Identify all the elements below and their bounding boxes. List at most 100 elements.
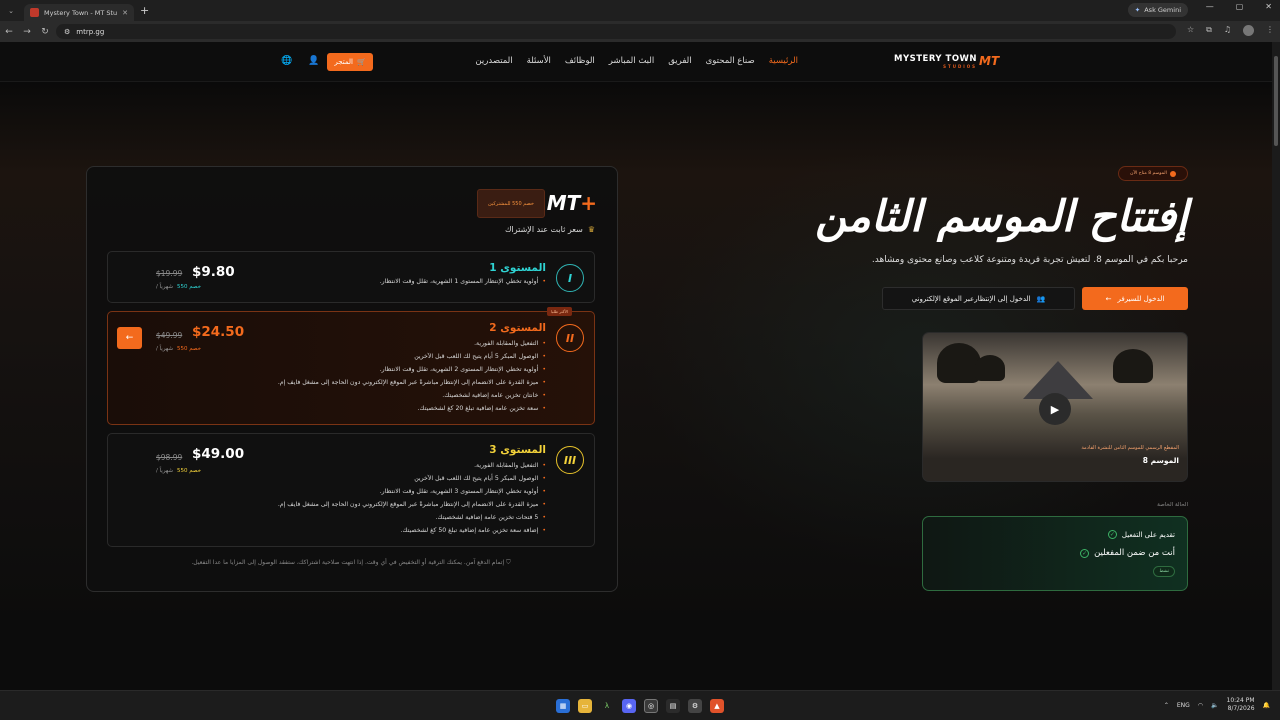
tab-search-icon[interactable]: ⌄ — [4, 4, 18, 18]
globe-icon[interactable]: 🌐 — [281, 56, 292, 66]
web-queue-button[interactable]: 👥 الدخول إلى الإنتظارعبر الموقع الإلكترو… — [882, 287, 1075, 310]
feature-item: الوصول المبكر 5 أيام يتيح لك اللعب قبل ا… — [278, 473, 546, 486]
hero-title: إفتتاح الموسم الثامن — [815, 192, 1188, 242]
status-row-apply: تقديم على التفعيل ✓ — [1107, 530, 1175, 539]
browser-tab-strip: ⌄ Mystery Town - MT Studios | M ✕ + ✦ As… — [0, 0, 1280, 21]
close-tab-icon[interactable]: ✕ — [122, 9, 128, 17]
clock[interactable]: 10:24 PM 8/7/2026 — [1227, 697, 1255, 713]
play-icon[interactable]: ▶ — [1039, 393, 1071, 425]
volume-icon[interactable]: 🔈 — [1211, 702, 1218, 709]
app-icon[interactable]: ⚙ — [688, 699, 702, 713]
extensions-icon[interactable]: ⧉ — [1206, 25, 1212, 36]
chrome-icon[interactable]: ◎ — [644, 699, 658, 713]
mt-plus-text: MT — [546, 191, 581, 215]
feature-item: أولوية تخطي الإنتظار المستوى 3 الشهرية، … — [278, 486, 546, 499]
start-icon[interactable]: ▦ — [556, 699, 570, 713]
store-button[interactable]: المتجر 🛒 — [327, 53, 373, 71]
user-icon[interactable]: 👤 — [308, 56, 319, 66]
notification-icon[interactable]: 🔔 — [1263, 702, 1270, 709]
feature-item: أولوية تخطي الإنتظار المستوى 2 الشهرية، … — [278, 364, 546, 377]
nav-team[interactable]: الفريق — [668, 56, 691, 66]
menu-icon[interactable]: ⋮ — [1266, 25, 1274, 36]
discord-icon[interactable]: ◉ — [622, 699, 636, 713]
tier-3-period: / شهرياً خصم 550 — [156, 468, 201, 474]
tier-2-subscribe-button[interactable]: ← — [117, 327, 142, 349]
nav-faq[interactable]: الأسئلة — [527, 56, 551, 66]
tier-2-period: / شهرياً خصم 550 — [156, 346, 201, 352]
url-input[interactable]: ⚙ mtrp.gg — [56, 24, 1176, 39]
page-scrollbar[interactable] — [1272, 42, 1280, 690]
app-icon[interactable]: ▤ — [666, 699, 680, 713]
join-server-button[interactable]: ← الدخول للسيرفر — [1082, 287, 1188, 310]
join-server-label: الدخول للسيرفر — [1117, 294, 1165, 303]
wifi-icon[interactable]: ◠ — [1198, 702, 1203, 709]
tier-1-old-price: $19.99 — [156, 269, 183, 278]
file-explorer-icon[interactable]: ▭ — [578, 699, 592, 713]
fixed-price-note: سعر ثابت عند الإشتراك ♛ — [505, 225, 595, 234]
period-text: / شهرياً — [156, 468, 173, 474]
feature-item: أولوية تخطي الإنتظار المستوى 1 الشهرية، … — [380, 276, 546, 289]
app-icon[interactable]: λ — [600, 699, 614, 713]
url-text: mtrp.gg — [76, 27, 105, 36]
profile-avatar[interactable] — [1243, 25, 1254, 36]
forward-icon[interactable]: → — [18, 27, 36, 37]
hero-subtitle: مرحبا بكم في الموسم 8. لتعيش تجربة فريدة… — [871, 255, 1188, 265]
discount-text: خصم 550 — [177, 468, 202, 474]
scrollbar-thumb[interactable] — [1274, 56, 1278, 146]
ask-gemini-label: Ask Gemini — [1144, 6, 1181, 14]
tier-1-card[interactable]: I المستوى 1 أولوية تخطي الإنتظار المستوى… — [107, 251, 595, 303]
season-tag: الموسم 8 متاح الآن — [1118, 166, 1188, 181]
feature-item: الوصول المبكر 5 أيام يتيح لك اللعب قبل ا… — [278, 351, 546, 364]
window-controls: — ▢ ✕ — [1206, 2, 1272, 11]
feature-item: خانتان تخزين عامة إضافية لشخصيتك. — [278, 390, 546, 403]
nav-leaderboard[interactable]: المتصدرين — [475, 56, 512, 66]
tier-2-icon: II — [556, 324, 584, 352]
tier-3-card[interactable]: III المستوى 3 التفعيل والمقابلة الفورية.… — [107, 433, 595, 547]
tier-1-name: المستوى 1 — [489, 262, 546, 274]
nav-creators[interactable]: صناع المحتوى — [706, 56, 755, 66]
season-video[interactable]: ▶ المقطع الرسمي للموسم الثامن للنشرة الق… — [922, 332, 1188, 482]
favicon-icon — [30, 8, 39, 17]
tab-title: Mystery Town - MT Studios | M — [44, 8, 118, 17]
active-badge: نشط — [1153, 566, 1175, 577]
minimize-icon[interactable]: — — [1206, 2, 1214, 11]
plus-icon: + — [580, 191, 597, 215]
new-tab-button[interactable]: + — [140, 4, 149, 17]
tier-3-old-price: $98.99 — [156, 453, 183, 462]
activation-status-card: تقديم على التفعيل ✓ أنت من ضمن المفعلين … — [922, 516, 1188, 591]
back-icon[interactable]: ← — [0, 27, 18, 37]
nav-home[interactable]: الرئيسية — [769, 56, 798, 66]
site-info-icon[interactable]: ⚙ — [64, 28, 70, 36]
subscription-card: MT+ خصم 550 للمشتركين سعر ثابت عند الإشت… — [86, 166, 618, 592]
language-indicator[interactable]: ENG — [1177, 702, 1190, 709]
tier-3-icon: III — [556, 446, 584, 474]
system-tray: ⌃ ENG ◠ 🔈 10:24 PM 8/7/2026 🔔 — [1164, 697, 1270, 713]
discount-text: خصم 550 — [177, 284, 202, 290]
tier-2-card[interactable]: الأكثر طلبا II المستوى 2 التفعيل والمقاب… — [107, 307, 595, 425]
shield-icon: ⛉ — [506, 559, 511, 566]
maximize-icon[interactable]: ▢ — [1236, 2, 1244, 11]
brave-icon[interactable]: ▲ — [710, 699, 724, 713]
live-dot-icon — [1169, 170, 1176, 177]
mt-plus-logo: MT+ — [547, 191, 597, 215]
site-logo[interactable]: MYSTERY TOWN STUDIOS — [894, 54, 977, 69]
browser-tab[interactable]: Mystery Town - MT Studios | M ✕ — [24, 4, 134, 21]
ask-gemini-button[interactable]: ✦ Ask Gemini — [1127, 3, 1188, 17]
website-viewport: MYSTERY TOWN STUDIOS MT الرئيسية صناع ال… — [0, 42, 1272, 690]
taskbar-apps: ▦ ▭ λ ◉ ◎ ▤ ⚙ ▲ — [556, 699, 724, 713]
tier-3-features: التفعيل والمقابلة الفورية. الوصول المبكر… — [278, 460, 546, 537]
mt-logo-icon[interactable]: MT — [979, 54, 999, 68]
feature-item: 5 فتحات تخزين عامة إضافية لشخصيتك. — [278, 512, 546, 525]
bookmark-star-icon[interactable]: ☆ — [1187, 25, 1194, 36]
main-nav: الرئيسية صناع المحتوى الفريق البث المباش… — [475, 56, 798, 66]
nav-live[interactable]: البث المباشر — [609, 56, 654, 66]
tray-chevron-icon[interactable]: ⌃ — [1164, 702, 1169, 709]
nav-jobs[interactable]: الوظائف — [565, 56, 595, 66]
reload-icon[interactable]: ↻ — [36, 27, 54, 37]
close-window-icon[interactable]: ✕ — [1265, 2, 1272, 11]
discount-text: خصم 550 — [177, 346, 202, 352]
tier-3-price: $49.00 — [192, 446, 245, 462]
windows-taskbar: ▦ ▭ λ ◉ ◎ ▤ ⚙ ▲ ⌃ ENG ◠ 🔈 10:24 PM 8/7/2… — [0, 690, 1280, 720]
site-header: MYSTERY TOWN STUDIOS MT الرئيسية صناع ال… — [0, 42, 1272, 82]
media-icon[interactable]: ♫ — [1224, 25, 1231, 36]
